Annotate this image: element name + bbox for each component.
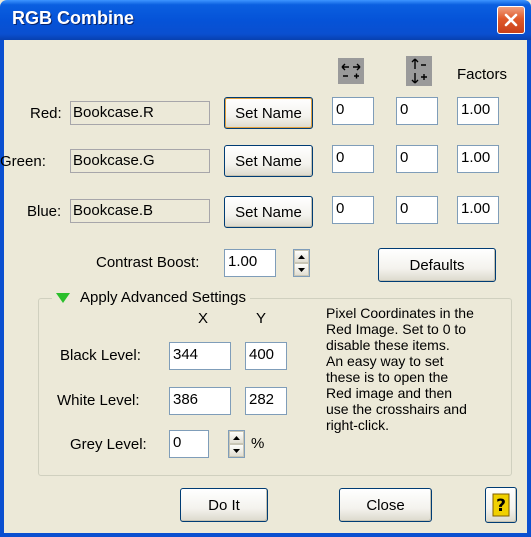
defaults-button[interactable]: Defaults (378, 248, 496, 282)
contrast-boost-label: Contrast Boost: (96, 254, 200, 271)
x-column-header: X (198, 310, 209, 327)
arrow-down-icon (298, 267, 305, 272)
spinner-up-button[interactable] (229, 431, 244, 444)
vertical-shift-icon (406, 56, 432, 86)
white-level-label: White Level: (57, 392, 140, 409)
window-frame-right (527, 40, 531, 537)
grey-level-unit: % (251, 435, 265, 452)
y-column-header: Y (256, 310, 267, 327)
blue-set-name-button[interactable]: Set Name (224, 196, 313, 228)
green-name-field: Bookcase.G (70, 149, 210, 173)
close-window-button[interactable] (497, 6, 525, 34)
spinner-down-button[interactable] (294, 263, 309, 276)
blue-y-shift-input[interactable]: 0 (396, 196, 438, 224)
red-factor-input[interactable]: 1.00 (457, 97, 499, 125)
help-icon: ? (492, 493, 510, 517)
blue-name-field: Bookcase.B (70, 199, 210, 223)
help-button[interactable]: ? (485, 487, 517, 523)
green-set-name-button[interactable]: Set Name (224, 145, 313, 177)
green-label: Green: (0, 153, 46, 170)
contrast-boost-input[interactable]: 1.00 (224, 249, 276, 277)
arrow-up-icon (233, 435, 240, 440)
blue-x-shift-input[interactable]: 0 (332, 196, 374, 224)
grey-level-input[interactable]: 0 (169, 430, 209, 458)
arrow-up-icon (298, 254, 305, 259)
green-y-shift-input[interactable]: 0 (396, 145, 438, 173)
grey-level-spinner[interactable] (228, 430, 245, 458)
green-x-shift-input[interactable]: 0 (332, 145, 374, 173)
title-bar: RGB Combine (0, 0, 531, 40)
blue-label: Blue: (27, 203, 62, 220)
factors-header: Factors (457, 66, 508, 83)
red-x-shift-input[interactable]: 0 (332, 97, 374, 125)
red-label: Red: (30, 105, 62, 122)
close-icon (504, 13, 518, 27)
blue-factor-input[interactable]: 1.00 (457, 196, 499, 224)
spinner-up-button[interactable] (294, 250, 309, 263)
red-y-shift-input[interactable]: 0 (396, 97, 438, 125)
window-frame-left (0, 40, 4, 537)
red-name-field: Bookcase.R (70, 101, 210, 125)
advanced-info-text: Pixel Coordinates in the Red Image. Set … (326, 305, 474, 433)
close-button[interactable]: Close (339, 488, 432, 522)
white-level-y-input[interactable]: 282 (245, 387, 287, 415)
spinner-down-button[interactable] (229, 444, 244, 457)
green-factor-input[interactable]: 1.00 (457, 145, 499, 173)
black-level-y-input[interactable]: 400 (245, 342, 287, 370)
horizontal-shift-icon (338, 58, 364, 84)
white-level-x-input[interactable]: 386 (169, 387, 231, 415)
black-level-x-input[interactable]: 344 (169, 342, 231, 370)
do-it-button[interactable]: Do It (180, 488, 268, 522)
black-level-label: Black Level: (60, 347, 141, 364)
grey-level-label: Grey Level: (70, 436, 147, 453)
advanced-settings-title: Apply Advanced Settings (80, 289, 246, 306)
advanced-settings-header[interactable]: Apply Advanced Settings (52, 289, 250, 306)
contrast-boost-spinner[interactable] (293, 249, 310, 277)
arrow-down-icon (233, 448, 240, 453)
window-frame-bottom (0, 533, 531, 537)
svg-text:?: ? (496, 496, 506, 516)
red-set-name-button[interactable]: Set Name (224, 97, 313, 129)
expand-triangle-icon[interactable] (56, 292, 70, 303)
window-title: RGB Combine (12, 8, 135, 28)
